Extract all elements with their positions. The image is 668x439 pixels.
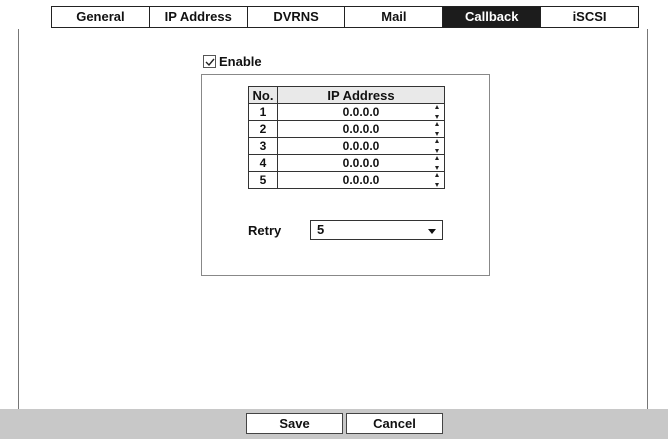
tab-iscsi[interactable]: iSCSI xyxy=(541,7,639,27)
enable-checkbox[interactable] xyxy=(203,54,216,68)
retry-dropdown[interactable]: 5 xyxy=(310,220,443,240)
enable-row[interactable]: Enable xyxy=(203,53,262,69)
cancel-button[interactable]: Cancel xyxy=(346,413,443,434)
checkmark-icon xyxy=(205,58,215,66)
tab-general[interactable]: General xyxy=(52,7,150,27)
ip-address-field[interactable]: 0.0.0.0 xyxy=(277,120,445,138)
ip-address-table: No. IP Address 1 0.0.0.0 2 0.0.0.0 3 0.0… xyxy=(248,86,445,189)
tab-list: General IP Address DVRNS Mail Callback i… xyxy=(51,6,639,28)
chevron-down-icon xyxy=(428,229,436,234)
table-row: 2 0.0.0.0 xyxy=(248,120,445,138)
column-header-no: No. xyxy=(248,86,278,104)
tab-callback[interactable]: Callback xyxy=(443,7,542,27)
ip-address-value: 0.0.0.0 xyxy=(342,156,380,170)
retry-value: 5 xyxy=(317,222,325,237)
row-number: 3 xyxy=(248,137,278,155)
table-row: 1 0.0.0.0 xyxy=(248,103,445,121)
spinner-icon[interactable] xyxy=(434,122,440,136)
table-header-row: No. IP Address xyxy=(248,86,445,104)
table-row: 3 0.0.0.0 xyxy=(248,137,445,155)
enable-label: Enable xyxy=(219,53,262,69)
save-button[interactable]: Save xyxy=(246,413,343,434)
table-row: 4 0.0.0.0 xyxy=(248,154,445,172)
tab-dvrns[interactable]: DVRNS xyxy=(247,7,346,27)
spinner-icon[interactable] xyxy=(434,139,440,153)
ip-address-value: 0.0.0.0 xyxy=(342,139,380,153)
footer-bar: Save Cancel xyxy=(0,409,668,439)
ip-address-value: 0.0.0.0 xyxy=(342,105,380,119)
row-number: 1 xyxy=(248,103,278,121)
column-header-ip-address: IP Address xyxy=(277,86,445,104)
row-number: 5 xyxy=(248,171,278,189)
table-row: 5 0.0.0.0 xyxy=(248,171,445,189)
spinner-icon[interactable] xyxy=(434,105,440,119)
ip-address-value: 0.0.0.0 xyxy=(342,173,380,187)
retry-label: Retry xyxy=(248,223,282,238)
spinner-icon[interactable] xyxy=(434,156,440,170)
tab-mail[interactable]: Mail xyxy=(345,7,444,27)
row-number: 4 xyxy=(248,154,278,172)
row-number: 2 xyxy=(248,120,278,138)
ip-address-field[interactable]: 0.0.0.0 xyxy=(277,154,445,172)
ip-address-value: 0.0.0.0 xyxy=(342,122,380,136)
spinner-icon[interactable] xyxy=(434,173,440,187)
tab-ip-address[interactable]: IP Address xyxy=(149,7,248,27)
tab-bar: General IP Address DVRNS Mail Callback i… xyxy=(0,0,668,28)
ip-address-field[interactable]: 0.0.0.0 xyxy=(277,171,445,189)
ip-address-field[interactable]: 0.0.0.0 xyxy=(277,103,445,121)
ip-address-field[interactable]: 0.0.0.0 xyxy=(277,137,445,155)
